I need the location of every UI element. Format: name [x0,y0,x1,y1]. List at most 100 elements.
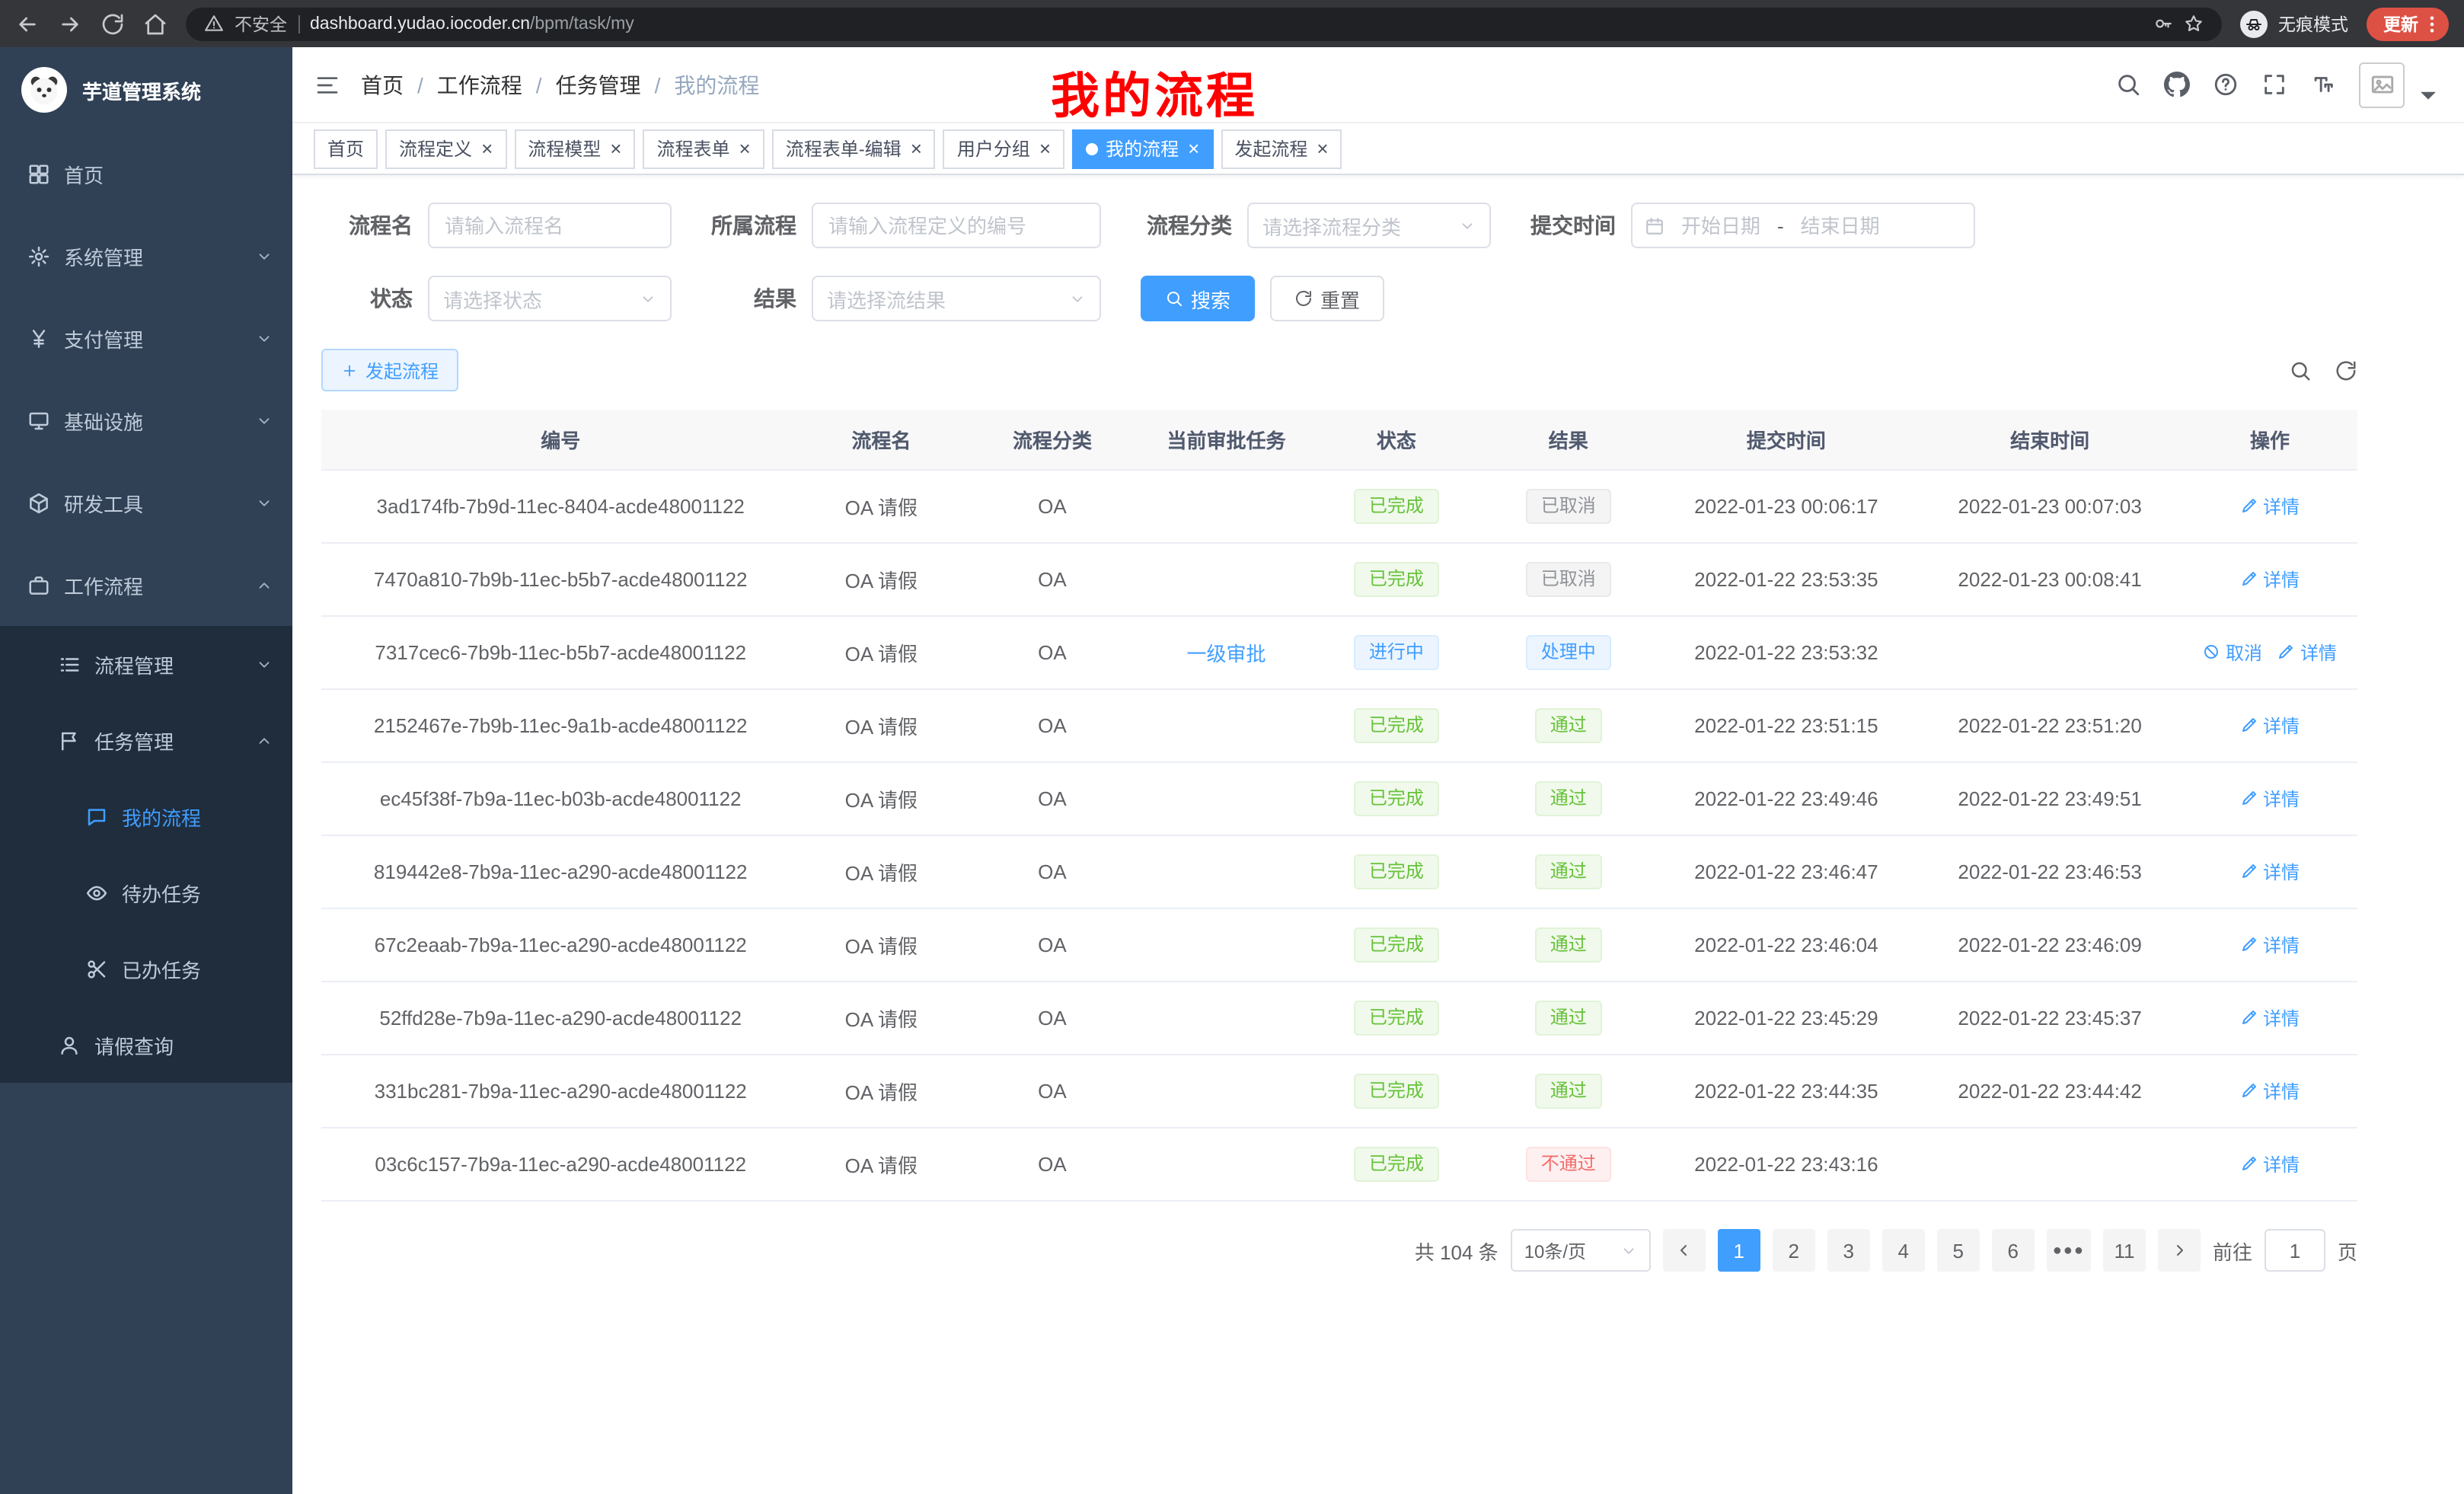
cell-end-time: 2022-01-22 23:49:51 [1917,762,2182,835]
security-warning-icon[interactable] [204,14,224,34]
current-task-link[interactable]: 一级审批 [1187,643,1266,666]
fullscreen-icon[interactable] [2261,72,2287,97]
detail-action[interactable]: 详情 [2240,493,2300,519]
sidebar-item-infrastructure[interactable]: 基础设施 [0,379,292,461]
close-icon[interactable]: × [610,139,621,158]
status-tag: 已完成 [1354,1147,1439,1182]
create-process-button[interactable]: 发起流程 [321,349,458,391]
detail-action[interactable]: 详情 [2240,713,2300,739]
parent-process-input[interactable] [812,203,1101,248]
breadcrumb-item[interactable]: 工作流程 [437,69,522,100]
avatar[interactable] [2359,62,2405,107]
create-process-label: 发起流程 [365,357,439,383]
close-icon[interactable]: × [911,139,922,158]
sidebar-item-leave-query[interactable]: 请假查询 [0,1007,292,1083]
close-icon[interactable]: × [481,139,493,158]
process-name-input[interactable] [428,203,672,248]
cell-id: ec45f38f-7b9a-11ec-b03b-acde48001122 [321,762,800,835]
detail-action[interactable]: 详情 [2240,567,2300,592]
browser-forward-icon[interactable] [58,11,82,36]
breadcrumb-item[interactable]: 任务管理 [556,69,641,100]
prev-page-button[interactable] [1663,1229,1706,1272]
sidebar-item-home[interactable]: 首页 [0,132,292,215]
refresh-table-icon[interactable] [2335,359,2357,381]
detail-action[interactable]: 详情 [2240,1078,2300,1104]
result-tag: 处理中 [1526,635,1611,670]
detail-action[interactable]: 详情 [2240,1151,2300,1177]
cell-end-time: 2022-01-23 00:08:41 [1917,543,2182,616]
page-6-button[interactable]: 6 [1992,1229,2035,1272]
sidebar-item-process-management[interactable]: 流程管理 [0,626,292,702]
browser-reload-icon[interactable] [101,11,125,36]
tab-my-process[interactable]: 我的流程× [1072,129,1213,168]
sidebar-item-payment[interactable]: 支付管理 [0,297,292,379]
address-bar[interactable]: 不安全 dashboard.yudao.iocoder.cn/bpm/task/… [186,7,2222,40]
password-key-icon[interactable] [2153,14,2173,34]
detail-action[interactable]: 详情 [2240,786,2300,812]
detail-action[interactable]: 详情 [2240,932,2300,958]
cancel-action[interactable]: 取消 [2203,640,2262,666]
sidebar-item-workflow[interactable]: 工作流程 [0,544,292,626]
sidebar-item-dev-tools[interactable]: 研发工具 [0,461,292,544]
sidebar-item-system[interactable]: 系统管理 [0,215,292,297]
close-icon[interactable]: × [739,139,751,158]
page-5-button[interactable]: 5 [1937,1229,1980,1272]
page-size-select[interactable]: 10条/页 [1511,1229,1651,1272]
sidebar-item-task-management[interactable]: 任务管理 [0,702,292,778]
hamburger-icon[interactable] [315,72,340,97]
tab-start-process[interactable]: 发起流程× [1221,129,1342,168]
reset-button[interactable]: 重置 [1270,276,1384,321]
page-4-button[interactable]: 4 [1882,1229,1925,1272]
start-date-input[interactable] [1671,214,1771,237]
browser-home-icon[interactable] [143,11,168,36]
breadcrumb-item[interactable]: 首页 [361,69,404,100]
browser-back-icon[interactable] [15,11,40,36]
font-size-icon[interactable] [2310,72,2336,97]
page-ellipsis[interactable]: ●●● [2047,1229,2091,1272]
github-icon[interactable] [2164,72,2190,97]
cell-end-time [1917,1128,2182,1201]
bookmark-star-icon[interactable] [2184,14,2204,34]
close-icon[interactable]: × [1188,139,1199,158]
status-select[interactable]: 请选择状态 [428,276,672,321]
sidebar-item-done-tasks[interactable]: 已办任务 [0,931,292,1007]
cell-id: 819442e8-7b9a-11ec-a290-acde48001122 [321,835,800,908]
tab-process-model[interactable]: 流程模型× [514,129,635,168]
tab-home[interactable]: 首页 [314,129,378,168]
search-icon[interactable] [2115,72,2141,97]
page-3-button[interactable]: 3 [1827,1229,1870,1272]
tab-user-group[interactable]: 用户分组× [943,129,1064,168]
detail-action[interactable]: 详情 [2240,1005,2300,1031]
category-select[interactable]: 请选择流程分类 [1247,203,1491,248]
next-page-button[interactable] [2158,1229,2201,1272]
sidebar-item-my-process[interactable]: 我的流程 [0,778,292,854]
help-icon[interactable] [2213,72,2239,97]
cell-actions: 详情 [2182,908,2357,982]
search-button[interactable]: 搜索 [1141,276,1255,321]
page-11-button[interactable]: 11 [2103,1229,2146,1272]
edit-icon [2240,717,2258,735]
app-logo: 芋道管理系统 [0,47,292,132]
sidebar-item-todo-tasks[interactable]: 待办任务 [0,854,292,931]
submit-time-range-picker[interactable]: - [1631,203,1975,248]
cell-status: 已完成 [1311,689,1483,762]
category-placeholder: 请选择流程分类 [1262,211,1401,240]
browser-menu-icon[interactable] [2421,13,2443,34]
update-button[interactable]: 更新 [2367,7,2449,40]
tab-process-form-edit[interactable]: 流程表单-编辑× [772,129,936,168]
avatar-caret-icon[interactable] [2415,81,2441,107]
tab-process-form[interactable]: 流程表单× [643,129,764,168]
result-tag: 通过 [1535,927,1602,962]
page-1-button[interactable]: 1 [1718,1229,1760,1272]
detail-action[interactable]: 详情 [2277,640,2337,666]
close-icon[interactable]: × [1317,139,1328,158]
close-icon[interactable]: × [1039,139,1051,158]
toggle-search-icon[interactable] [2289,359,2312,381]
result-select[interactable]: 请选择流结果 [812,276,1101,321]
end-date-input[interactable] [1790,214,1891,237]
edit-icon [2240,570,2258,589]
tab-process-definition[interactable]: 流程定义× [385,129,506,168]
page-2-button[interactable]: 2 [1773,1229,1815,1272]
detail-action[interactable]: 详情 [2240,859,2300,885]
goto-page-input[interactable] [2265,1229,2325,1272]
